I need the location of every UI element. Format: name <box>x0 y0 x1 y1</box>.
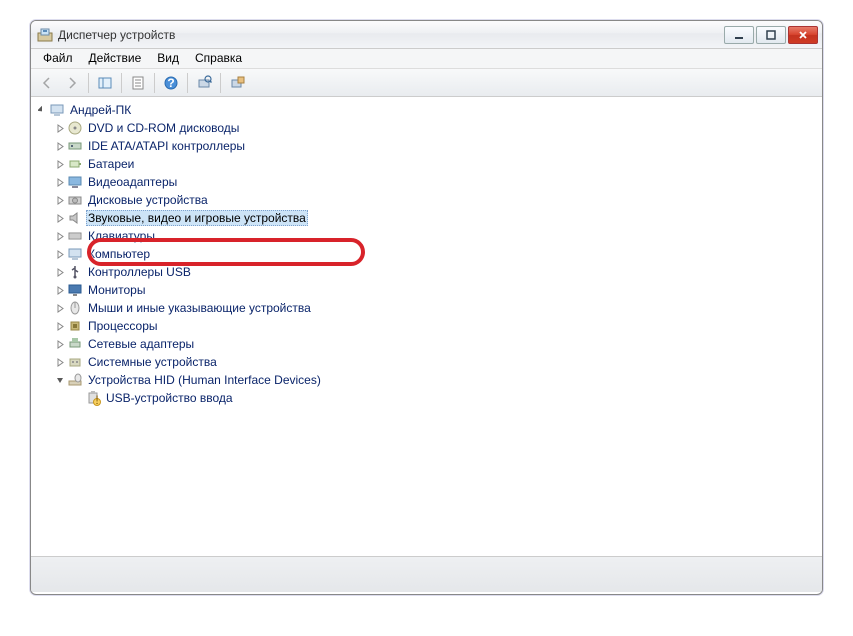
tree-item[interactable]: Дисковые устройства <box>55 191 822 209</box>
toolbar: ? <box>31 69 822 97</box>
tree-item-label: IDE ATA/ATAPI контроллеры <box>86 138 247 154</box>
toolbar-separator <box>154 73 155 93</box>
tree-item-label: Батареи <box>86 156 136 172</box>
device-tree-pane[interactable]: Андрей-ПК DVD и CD-ROM дисководы IDE ATA/… <box>31 97 822 557</box>
help-button[interactable]: ? <box>159 71 183 95</box>
tree-item-label: Контроллеры USB <box>86 264 193 280</box>
expand-icon[interactable] <box>55 249 65 259</box>
tree-item[interactable]: ! USB-устройство ввода <box>73 389 822 407</box>
tree-root[interactable]: Андрей-ПК <box>37 101 822 119</box>
tree-item-label: USB-устройство ввода <box>104 390 235 406</box>
mouse-icon <box>67 300 83 316</box>
expand-icon[interactable] <box>55 357 65 367</box>
computer-icon <box>49 102 65 118</box>
show-hide-tree-button[interactable] <box>93 71 117 95</box>
menu-file[interactable]: Файл <box>35 49 81 68</box>
tree-item-label: Клавиатуры <box>86 228 157 244</box>
menu-view[interactable]: Вид <box>149 49 187 68</box>
svg-text:?: ? <box>167 76 174 90</box>
expand-icon[interactable] <box>55 321 65 331</box>
expand-icon[interactable] <box>55 141 65 151</box>
expand-icon[interactable] <box>55 159 65 169</box>
tree-item-label: Мониторы <box>86 282 147 298</box>
toolbar-separator <box>121 73 122 93</box>
properties-button[interactable] <box>126 71 150 95</box>
device-manager-window: Диспетчер устройств Файл Действие Вид Сп… <box>30 20 823 595</box>
menu-bar: Файл Действие Вид Справка <box>31 49 822 69</box>
display-icon <box>67 174 83 190</box>
toolbar-separator <box>220 73 221 93</box>
tree-item[interactable]: Батареи <box>55 155 822 173</box>
forward-button[interactable] <box>60 71 84 95</box>
expand-icon[interactable] <box>55 213 65 223</box>
monitor-icon <box>67 282 83 298</box>
window-title: Диспетчер устройств <box>58 28 724 42</box>
system-icon <box>67 354 83 370</box>
toolbar-separator <box>187 73 188 93</box>
svg-text:!: ! <box>95 393 98 406</box>
battery-icon <box>67 156 83 172</box>
usb-device-icon: ! <box>85 390 101 406</box>
menu-action[interactable]: Действие <box>81 49 150 68</box>
expand-icon[interactable] <box>55 231 65 241</box>
minimize-button[interactable] <box>724 26 754 44</box>
leaf-spacer <box>73 393 83 403</box>
scan-hardware-button[interactable] <box>192 71 216 95</box>
cpu-icon <box>67 318 83 334</box>
tree-item[interactable]: Контроллеры USB <box>55 263 822 281</box>
expand-icon[interactable] <box>55 195 65 205</box>
sound-icon <box>67 210 83 226</box>
uninstall-button[interactable] <box>225 71 249 95</box>
usb-icon <box>67 264 83 280</box>
tree-item-label: Мыши и иные указывающие устройства <box>86 300 313 316</box>
titlebar[interactable]: Диспетчер устройств <box>31 21 822 49</box>
tree-item[interactable]: Звуковые, видео и игровые устройства <box>55 209 822 227</box>
tree-item[interactable]: Мониторы <box>55 281 822 299</box>
toolbar-separator <box>88 73 89 93</box>
tree-item[interactable]: Мыши и иные указывающие устройства <box>55 299 822 317</box>
disc-icon <box>67 120 83 136</box>
ide-icon <box>67 138 83 154</box>
expand-icon[interactable] <box>55 177 65 187</box>
window-controls <box>724 26 818 44</box>
tree-item-label: Звуковые, видео и игровые устройства <box>86 210 308 226</box>
status-bar <box>31 557 822 592</box>
hid-icon <box>67 372 83 388</box>
tree-item[interactable]: Видеоадаптеры <box>55 173 822 191</box>
computer-icon <box>67 246 83 262</box>
keyboard-icon <box>67 228 83 244</box>
close-button[interactable] <box>788 26 818 44</box>
expand-icon[interactable] <box>55 123 65 133</box>
expand-icon[interactable] <box>55 285 65 295</box>
tree-item[interactable]: Устройства HID (Human Interface Devices) <box>55 371 822 389</box>
device-manager-icon <box>37 27 53 43</box>
tree-item-label: Дисковые устройства <box>86 192 210 208</box>
disk-icon <box>67 192 83 208</box>
tree-item[interactable]: Системные устройства <box>55 353 822 371</box>
expand-icon[interactable] <box>55 339 65 349</box>
tree-item-label: Системные устройства <box>86 354 219 370</box>
expand-icon[interactable] <box>55 267 65 277</box>
tree-item[interactable]: Сетевые адаптеры <box>55 335 822 353</box>
tree-item-label: Сетевые адаптеры <box>86 336 196 352</box>
tree-item[interactable]: Компьютер <box>55 245 822 263</box>
tree-item[interactable]: IDE ATA/ATAPI контроллеры <box>55 137 822 155</box>
tree-item-label: Компьютер <box>86 246 152 262</box>
menu-help[interactable]: Справка <box>187 49 250 68</box>
collapse-icon[interactable] <box>55 375 65 385</box>
expand-icon[interactable] <box>37 105 47 115</box>
tree-item-label: DVD и CD-ROM дисководы <box>86 120 241 136</box>
network-icon <box>67 336 83 352</box>
tree-item-label: Видеоадаптеры <box>86 174 179 190</box>
tree-item[interactable]: Клавиатуры <box>55 227 822 245</box>
tree-item-label: Процессоры <box>86 318 160 334</box>
expand-icon[interactable] <box>55 303 65 313</box>
maximize-button[interactable] <box>756 26 786 44</box>
back-button[interactable] <box>35 71 59 95</box>
tree-item[interactable]: Процессоры <box>55 317 822 335</box>
tree-item[interactable]: DVD и CD-ROM дисководы <box>55 119 822 137</box>
root-label: Андрей-ПК <box>68 102 133 118</box>
tree-item-label: Устройства HID (Human Interface Devices) <box>86 372 323 388</box>
